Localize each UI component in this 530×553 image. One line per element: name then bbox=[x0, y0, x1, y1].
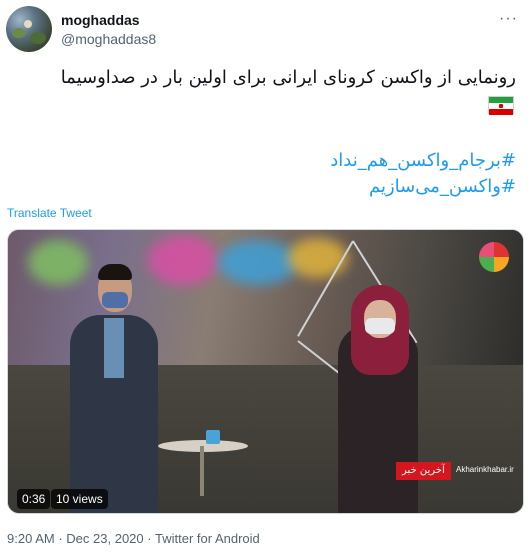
tweet-text: رونمایی از واکسن کرونای ایرانی برای اولی… bbox=[60, 67, 516, 88]
video-player[interactable]: آخرین خبر Akharinkhabar.ir 0:36 10 views bbox=[7, 229, 524, 514]
video-person-mask bbox=[102, 292, 128, 308]
avatar[interactable] bbox=[6, 6, 52, 52]
video-views-badge: 10 views bbox=[51, 489, 108, 509]
tweet-date[interactable]: Dec 23, 2020 bbox=[66, 531, 143, 546]
user-handle[interactable]: @moghaddas8 bbox=[61, 31, 156, 47]
video-person-mask bbox=[365, 318, 395, 334]
video-duration-badge: 0:36 bbox=[17, 489, 51, 509]
hashtag-link[interactable]: #برجام_واکسن_هم_نداد bbox=[330, 148, 516, 174]
translate-tweet-link[interactable]: Translate Tweet bbox=[7, 206, 92, 220]
video-person-shirt bbox=[104, 318, 124, 378]
video-backdrop-shape bbox=[148, 235, 218, 285]
news-ticker-site: Akharinkhabar.ir bbox=[456, 465, 514, 474]
avatar-flower bbox=[24, 20, 32, 28]
hashtag-link[interactable]: #واکسن_می‌سازیم bbox=[330, 174, 516, 200]
hashtag-list: #برجام_واکسن_هم_نداد #واکسن_می‌سازیم bbox=[330, 148, 516, 200]
avatar-leaf bbox=[12, 28, 26, 38]
channel-logo-icon bbox=[479, 242, 509, 272]
video-backdrop-shape bbox=[288, 238, 348, 278]
meta-separator: · bbox=[58, 531, 63, 546]
video-cup bbox=[206, 430, 220, 444]
meta-separator: · bbox=[147, 531, 152, 546]
tweet-source[interactable]: Twitter for Android bbox=[155, 531, 260, 546]
news-ticker: آخرین خبر bbox=[396, 462, 451, 480]
video-backdrop-shape bbox=[218, 240, 298, 285]
user-name[interactable]: moghaddas bbox=[61, 12, 140, 28]
video-person-hair bbox=[98, 264, 132, 280]
avatar-leaf bbox=[30, 32, 46, 44]
iran-flag-icon bbox=[488, 96, 514, 115]
tweet-time[interactable]: 9:20 AM bbox=[7, 531, 55, 546]
tweet-header: moghaddas @moghaddas8 ··· bbox=[6, 6, 524, 54]
more-dots-icon[interactable]: ··· bbox=[499, 10, 518, 28]
video-table-leg bbox=[200, 446, 204, 496]
tweet-meta: 9:20 AM · Dec 23, 2020 · Twitter for And… bbox=[7, 531, 260, 546]
video-backdrop-shape bbox=[28, 240, 88, 285]
